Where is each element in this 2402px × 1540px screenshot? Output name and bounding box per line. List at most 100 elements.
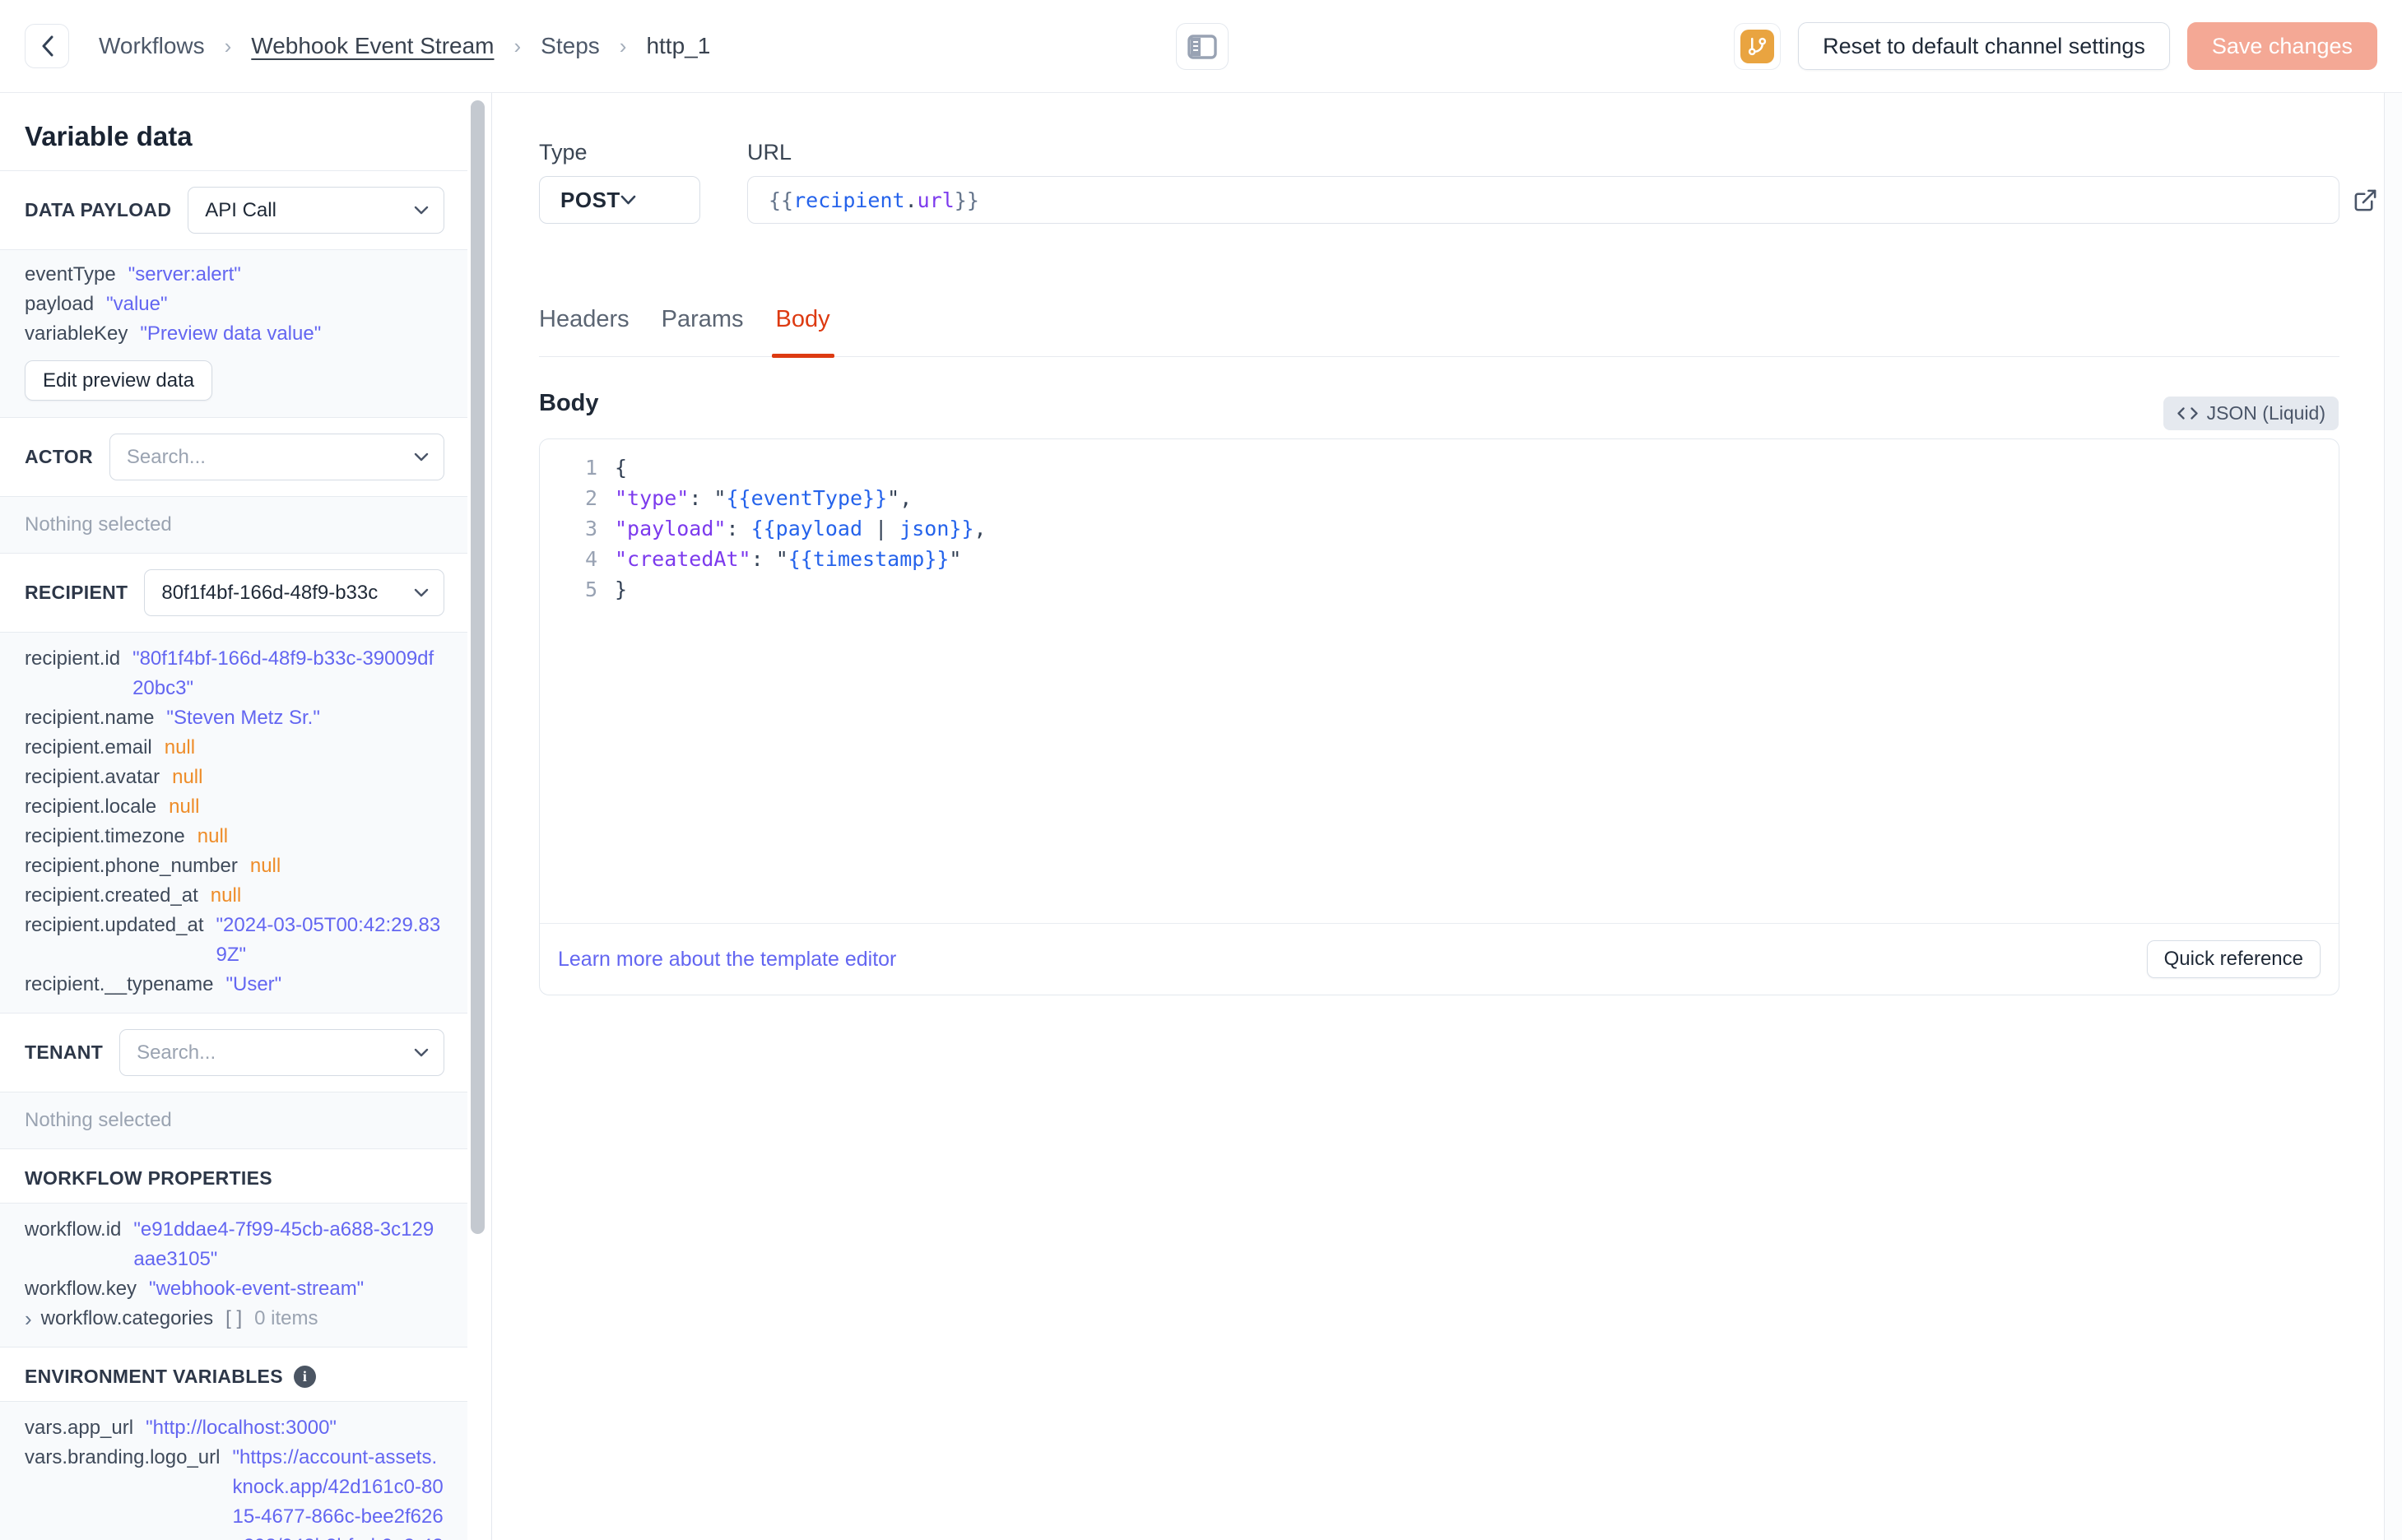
- breadcrumb-item-webhook-event-stream[interactable]: Webhook Event Stream: [251, 33, 494, 59]
- open-url-button[interactable]: [2343, 178, 2387, 222]
- reset-default-channel-settings-button[interactable]: Reset to default channel settings: [1798, 22, 2170, 70]
- field-key: recipient.name: [25, 707, 155, 729]
- field-key: variableKey: [25, 322, 128, 345]
- expand-caret-icon[interactable]: ›: [25, 1304, 32, 1334]
- topbar-actions: Reset to default channel settings Save c…: [1734, 22, 2377, 70]
- code-line: 4 "createdAt": "{{timestamp}}": [540, 544, 2339, 574]
- top-bar: Workflows › Webhook Event Stream › Steps › htt…: [0, 0, 2402, 93]
- field-value: null: [169, 796, 200, 818]
- field-value: "http://localhost:3000": [146, 1417, 337, 1439]
- code-icon: [2177, 406, 2199, 420]
- field-value: "User": [225, 973, 282, 995]
- field-key: eventType: [25, 263, 116, 285]
- request-tabs: Headers Params Body: [539, 306, 2339, 358]
- recipient-select[interactable]: 80f1f4bf-166d-48f9-b33c: [144, 569, 444, 616]
- workflow-properties-header: WORKFLOW PROPERTIES: [0, 1149, 467, 1204]
- workflow-properties-label: WORKFLOW PROPERTIES: [25, 1167, 272, 1189]
- line-number: 2: [584, 486, 597, 510]
- data-payload-select[interactable]: API Call: [188, 187, 444, 234]
- http-method-value: POST: [560, 187, 620, 212]
- type-group: Type POST: [539, 140, 700, 224]
- breadcrumb-item-http-1: http_1: [646, 33, 711, 58]
- request-editor-content: Type POST URL {{recipient. url}} Header…: [539, 140, 2376, 995]
- chevron-down-icon: [406, 206, 429, 215]
- template-editor-help-link[interactable]: Learn more about the template editor: [558, 948, 896, 972]
- request-editor-main: Type POST URL {{recipient. url}} Header…: [492, 93, 2402, 1540]
- chevron-down-icon: [406, 1048, 429, 1057]
- line-number: 5: [584, 578, 597, 601]
- field-value: "e91ddae4-7f99-45cb-a688-3c129aae3105": [133, 1218, 434, 1270]
- tenant-label: TENANT: [25, 1041, 104, 1063]
- content-area: Variable data DATA PAYLOAD API Call even…: [0, 93, 2402, 1540]
- main-scrollbar-gutter: [2384, 93, 2402, 1540]
- field-key: workflow.key: [25, 1278, 137, 1300]
- data-payload-selected-value: API Call: [205, 198, 276, 221]
- breadcrumb-item-workflows[interactable]: Workflows: [99, 33, 205, 59]
- field-value: null: [249, 855, 281, 877]
- field-key: workflow.categories: [40, 1307, 214, 1329]
- tab-body[interactable]: Body: [771, 306, 834, 358]
- field-value: "value": [106, 293, 168, 315]
- workflow-properties-section: workflow.id "e91ddae4-7f99-45cb-a688-3c12…: [0, 1204, 467, 1348]
- field-row: recipient.timezone null: [25, 822, 444, 851]
- recipient-row: RECIPIENT 80f1f4bf-166d-48f9-b33c: [0, 554, 467, 633]
- breadcrumb-item-steps[interactable]: Steps: [541, 33, 600, 59]
- external-link-icon: [2353, 188, 2378, 213]
- recipient-label: RECIPIENT: [25, 582, 128, 603]
- tab-params[interactable]: Params: [662, 306, 744, 356]
- tab-headers[interactable]: Headers: [539, 306, 630, 356]
- field-key: recipient.created_at: [25, 884, 198, 907]
- recipient-selected-value: 80f1f4bf-166d-48f9-b33c: [161, 581, 379, 604]
- field-key: recipient.locale: [25, 796, 157, 818]
- field-value: null: [210, 884, 242, 907]
- type-label: Type: [539, 140, 588, 165]
- variable-data-sidebar: Variable data DATA PAYLOAD API Call even…: [0, 93, 492, 1540]
- url-group: URL {{recipient. url}}: [747, 140, 2376, 224]
- code-editor-area[interactable]: 1{2 "type": "{{eventType}}", 3 "payload": {…: [540, 439, 2339, 923]
- field-key: recipient.avatar: [25, 766, 160, 788]
- environment-variables-section: vars.app_url "http://localhost:3000" vars.…: [0, 1402, 467, 1540]
- actor-row: ACTOR Search...: [0, 418, 467, 497]
- chevron-down-icon: [620, 195, 636, 205]
- field-row: payload "value": [25, 290, 444, 319]
- info-icon[interactable]: i: [293, 1366, 316, 1388]
- quick-reference-button[interactable]: Quick reference: [2146, 940, 2321, 978]
- commit-changes-button[interactable]: [1734, 22, 1782, 70]
- field-value: "webhook-event-stream": [149, 1278, 365, 1300]
- field-value: "https://account-assets.knock.app/42d161…: [232, 1446, 444, 1540]
- field-row: recipient.email null: [25, 733, 444, 763]
- toggle-sidebar-button[interactable]: [1176, 23, 1229, 70]
- save-changes-button[interactable]: Save changes: [2186, 22, 2377, 70]
- field-row: recipient.phone_number null: [25, 851, 444, 881]
- http-method-select[interactable]: POST: [539, 176, 700, 224]
- back-button[interactable]: [25, 24, 69, 68]
- field-value: null: [197, 825, 229, 847]
- edit-preview-data-button[interactable]: Edit preview data: [25, 360, 213, 401]
- url-row: {{recipient. url}}: [747, 176, 2376, 224]
- environment-variables-label: ENVIRONMENT VARIABLES: [25, 1366, 283, 1387]
- field-row: recipient.name "Steven Metz Sr.": [25, 703, 444, 733]
- line-number: 4: [584, 547, 597, 571]
- editor-language-label: JSON (Liquid): [2206, 402, 2325, 424]
- field-key: recipient.timezone: [25, 825, 185, 847]
- field-key: recipient.updated_at: [25, 914, 204, 936]
- actor-empty-state: Nothing selected: [0, 497, 467, 554]
- field-row: workflow.id "e91ddae4-7f99-45cb-a688-3c12…: [25, 1215, 444, 1274]
- sidebar-scrollbar[interactable]: [471, 100, 485, 1234]
- recipient-fields-section: recipient.id "80f1f4bf-166d-48f9-b33c-390…: [0, 633, 467, 1014]
- field-row: recipient.updated_at "2024-03-05T00:42:29…: [25, 911, 444, 970]
- tenant-search-select[interactable]: Search...: [119, 1029, 444, 1076]
- field-row: workflow.key "webhook-event-stream": [25, 1274, 444, 1304]
- code-line: 1{: [540, 452, 2339, 483]
- field-key: vars.branding.logo_url: [25, 1446, 221, 1468]
- editor-language-badge: JSON (Liquid): [2163, 397, 2339, 430]
- tenant-search-placeholder: Search...: [137, 1041, 216, 1064]
- actor-search-select[interactable]: Search...: [109, 434, 444, 480]
- field-row: recipient.id "80f1f4bf-166d-48f9-b33c-390…: [25, 644, 444, 703]
- breadcrumb-separator: ›: [513, 33, 522, 58]
- field-value: "2024-03-05T00:42:29.839Z": [216, 914, 441, 966]
- field-row: variableKey "Preview data value": [25, 319, 444, 349]
- field-key: recipient.id: [25, 647, 121, 670]
- url-input[interactable]: {{recipient. url}}: [747, 176, 2339, 224]
- field-row: recipient.__typename "User": [25, 970, 444, 1000]
